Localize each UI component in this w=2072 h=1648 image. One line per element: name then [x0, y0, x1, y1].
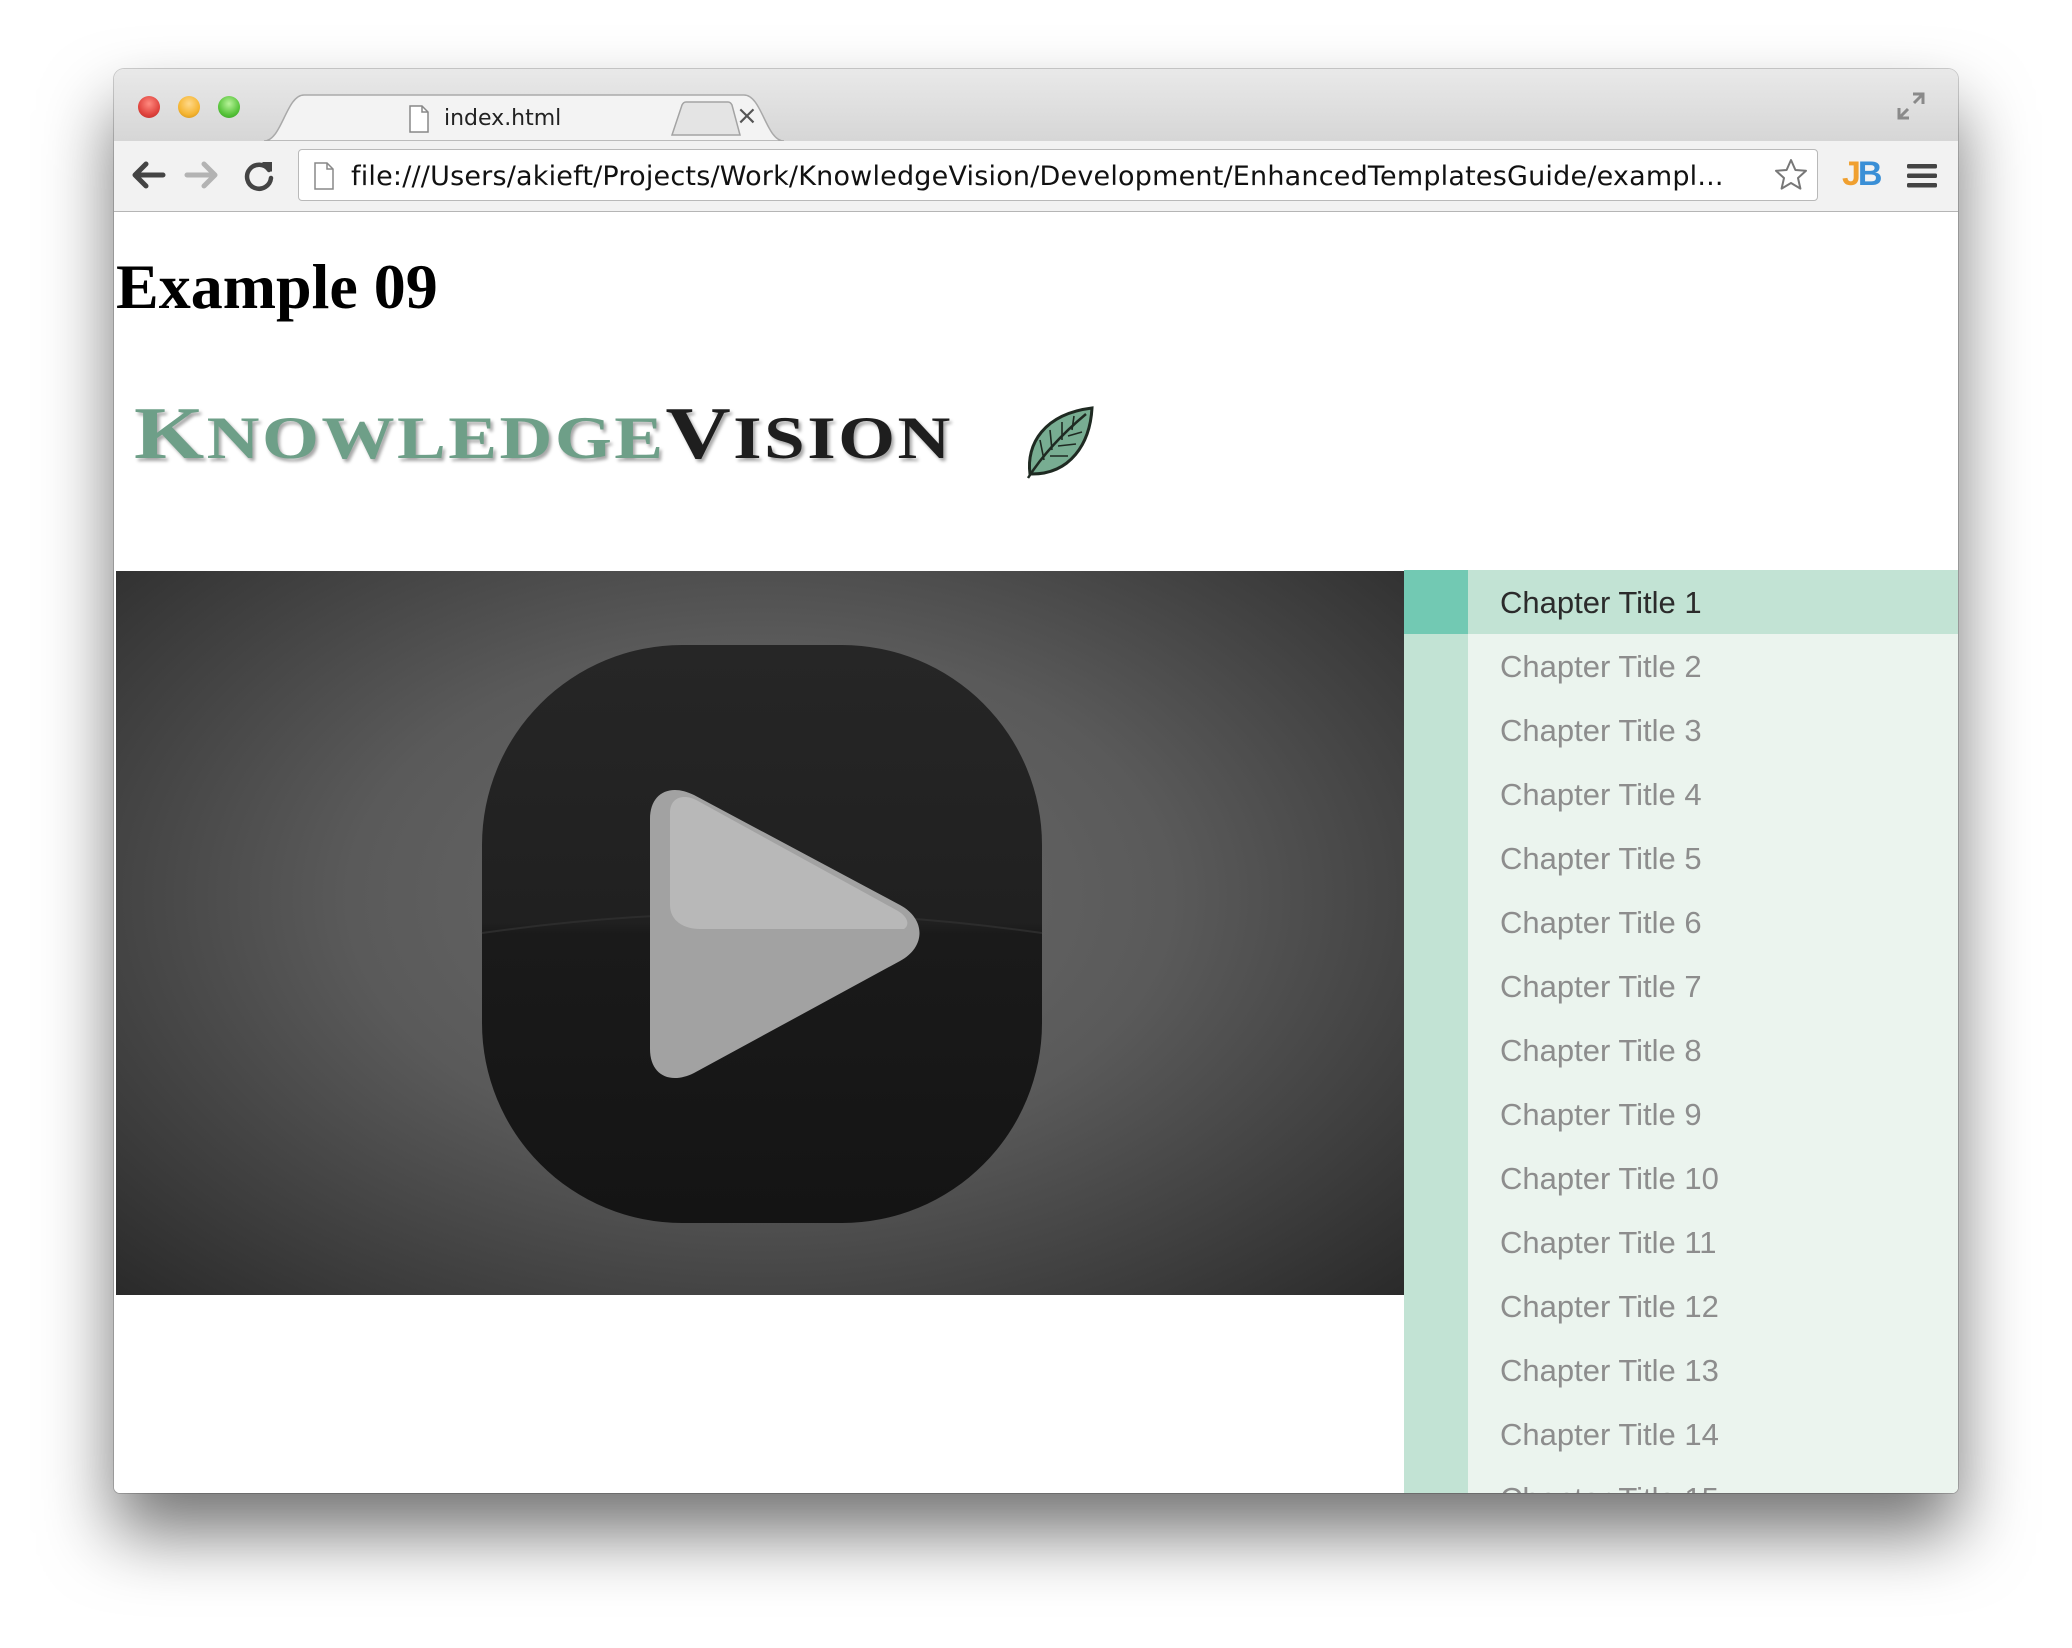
chapter-label: Chapter Title 11 — [1500, 1225, 1717, 1260]
chapter-item-11[interactable]: Chapter Title 11 — [1404, 1210, 1958, 1274]
close-window-button[interactable] — [138, 96, 160, 118]
video-player[interactable] — [116, 571, 1404, 1295]
new-tab-button[interactable] — [670, 101, 742, 137]
menu-icon[interactable] — [1906, 161, 1938, 191]
chapter-label: Chapter Title 13 — [1500, 1353, 1719, 1388]
page-icon — [313, 162, 335, 195]
reload-icon[interactable] — [242, 159, 276, 193]
chapter-label: Chapter Title 12 — [1500, 1289, 1719, 1324]
chapter-label: Chapter Title 14 — [1500, 1417, 1719, 1452]
chapter-item-12[interactable]: Chapter Title 12 — [1404, 1274, 1958, 1338]
tab-title: index.html — [444, 106, 562, 131]
file-icon — [408, 105, 430, 138]
chapter-label: Chapter Title 9 — [1500, 1097, 1702, 1132]
chapter-marker — [1404, 1018, 1468, 1082]
chapter-label: Chapter Title 5 — [1500, 841, 1702, 876]
chapter-item-8[interactable]: Chapter Title 8 — [1404, 1018, 1958, 1082]
play-button-icon[interactable] — [480, 643, 1044, 1225]
jb-extension-icon[interactable]: JB — [1842, 155, 1882, 194]
chapter-label: Chapter Title 2 — [1500, 649, 1702, 684]
page-content: Example 09 KNOWLEDGEVISION Chapter Title… — [114, 212, 1958, 1493]
chapter-item-13[interactable]: Chapter Title 13 — [1404, 1338, 1958, 1402]
zoom-window-button[interactable] — [218, 96, 240, 118]
chapter-item-1[interactable]: Chapter Title 1 — [1404, 570, 1958, 634]
chapter-marker — [1404, 1210, 1468, 1274]
chapter-item-9[interactable]: Chapter Title 9 — [1404, 1082, 1958, 1146]
chapter-marker — [1404, 570, 1468, 634]
chapter-item-6[interactable]: Chapter Title 6 — [1404, 890, 1958, 954]
browser-toolbar: file:///Users/akieft/Projects/Work/Knowl… — [114, 141, 1958, 212]
chapter-item-14[interactable]: Chapter Title 14 — [1404, 1402, 1958, 1466]
page-title: Example 09 — [116, 251, 438, 322]
bookmark-star-icon[interactable] — [1773, 157, 1809, 193]
fullscreen-icon[interactable] — [1896, 91, 1926, 121]
chapter-marker — [1404, 698, 1468, 762]
chapter-list: Chapter Title 1 Chapter Title 2 Chapter … — [1404, 570, 1958, 1493]
chapter-marker — [1404, 1274, 1468, 1338]
chapter-marker — [1404, 954, 1468, 1018]
chapter-label: Chapter Title 7 — [1500, 969, 1702, 1004]
knowledgevision-logo: KNOWLEDGEVISION — [134, 392, 1094, 502]
chapter-label: Chapter Title 6 — [1500, 905, 1702, 940]
chapter-marker — [1404, 1402, 1468, 1466]
url-text: file:///Users/akieft/Projects/Work/Knowl… — [351, 161, 1724, 192]
chapter-item-15[interactable]: Chapter Title 15 — [1404, 1466, 1958, 1493]
tab-strip: index.html × — [114, 69, 1958, 141]
chapter-item-5[interactable]: Chapter Title 5 — [1404, 826, 1958, 890]
chapter-item-7[interactable]: Chapter Title 7 — [1404, 954, 1958, 1018]
chapter-marker — [1404, 634, 1468, 698]
chapter-item-4[interactable]: Chapter Title 4 — [1404, 762, 1958, 826]
chapter-marker — [1404, 1146, 1468, 1210]
chapter-label: Chapter Title 10 — [1500, 1161, 1719, 1196]
chapter-label: Chapter Title 4 — [1500, 777, 1702, 812]
chapter-marker — [1404, 1082, 1468, 1146]
chapter-label: Chapter Title 3 — [1500, 713, 1702, 748]
address-bar[interactable]: file:///Users/akieft/Projects/Work/Knowl… — [298, 149, 1818, 201]
chapter-item-3[interactable]: Chapter Title 3 — [1404, 698, 1958, 762]
back-arrow-icon[interactable] — [130, 159, 166, 191]
minimize-window-button[interactable] — [178, 96, 200, 118]
chapter-marker — [1404, 890, 1468, 954]
chapter-marker — [1404, 1466, 1468, 1493]
chapter-label: Chapter Title 8 — [1500, 1033, 1702, 1068]
browser-window: index.html × file:///Users/akieft/Projec… — [114, 69, 1958, 1493]
leaf-icon — [1026, 406, 1094, 479]
chapter-marker — [1404, 826, 1468, 890]
chapter-marker — [1404, 1338, 1468, 1402]
chapter-label: Chapter Title 15 — [1500, 1481, 1719, 1493]
forward-arrow-icon[interactable] — [184, 159, 220, 191]
chapter-item-2[interactable]: Chapter Title 2 — [1404, 634, 1958, 698]
chapter-label: Chapter Title 1 — [1500, 585, 1702, 620]
chapter-item-10[interactable]: Chapter Title 10 — [1404, 1146, 1958, 1210]
chapter-marker — [1404, 762, 1468, 826]
